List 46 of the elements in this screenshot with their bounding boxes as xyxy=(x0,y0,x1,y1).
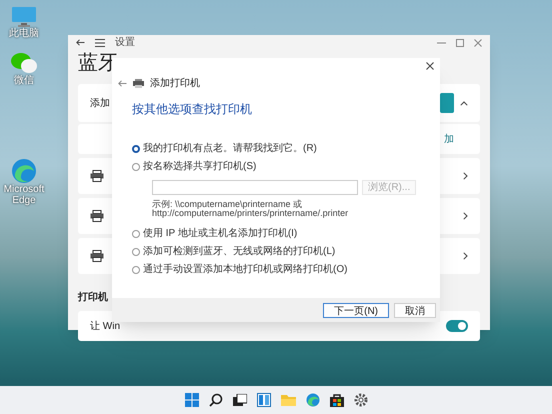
task-view-icon[interactable] xyxy=(232,394,246,406)
example-text: http://computername/printers/printername/.printer xyxy=(152,209,350,218)
back-arrow-icon[interactable] xyxy=(76,39,85,46)
swirl-logo-icon[interactable] xyxy=(306,393,320,407)
add-link[interactable]: 加 xyxy=(444,132,454,146)
option-label[interactable]: 添加可检测到蓝牙、无线或网络的打印机(L) xyxy=(143,244,336,259)
minimize-icon[interactable] xyxy=(437,42,446,44)
gear-icon[interactable] xyxy=(354,393,368,407)
option-label[interactable]: 按名称选择共享打印机(S) xyxy=(143,159,256,174)
section-heading: 打印机 xyxy=(78,290,109,305)
chevron-icon[interactable] xyxy=(460,100,468,106)
example-text: 示例: \\computername\printername 或 xyxy=(152,200,304,209)
monitor-icon xyxy=(11,6,37,28)
widgets-icon[interactable] xyxy=(256,393,270,407)
radio-button[interactable] xyxy=(132,144,140,152)
chat-bubbles-icon xyxy=(10,51,38,75)
printer-name-field[interactable] xyxy=(152,180,358,195)
option-label[interactable]: 通过手动设置添加本地打印机或网络打印机(O) xyxy=(143,262,348,277)
printer-icon xyxy=(90,170,104,182)
dialog-heading: 按其他选项查找打印机 xyxy=(132,101,253,118)
shopping-bag-icon[interactable] xyxy=(330,393,344,407)
radio-button[interactable] xyxy=(132,230,140,238)
option-label[interactable]: 我的打印机有点老。请帮我找到它。(R) xyxy=(143,141,317,156)
dialog-title: 添加打印机 xyxy=(150,76,200,90)
toggle-switch[interactable] xyxy=(446,320,468,332)
printer-icon xyxy=(133,78,144,88)
printer-icon xyxy=(90,250,104,262)
start-icon[interactable] xyxy=(184,393,198,407)
chevron-right-icon xyxy=(463,252,468,260)
chevron-right-icon xyxy=(463,172,468,180)
radio-button[interactable] xyxy=(132,248,140,256)
radio-button[interactable] xyxy=(132,162,140,170)
dialog-button[interactable]: 下一页(N) xyxy=(323,302,389,318)
radio-button[interactable] xyxy=(132,266,140,274)
maximize-icon[interactable] xyxy=(456,38,464,46)
search-icon[interactable] xyxy=(208,393,222,407)
window-title: 设置 xyxy=(115,36,135,50)
menu-icon[interactable] xyxy=(95,38,105,46)
close-icon[interactable] xyxy=(426,62,434,70)
setting-label: 让 Win xyxy=(90,320,120,334)
printer-icon xyxy=(90,210,104,222)
chevron-right-icon xyxy=(463,212,468,220)
option-label[interactable]: 使用 IP 地址或主机名添加打印机(I) xyxy=(143,226,298,241)
swirl-logo-icon xyxy=(11,158,37,184)
card-label: 添加 xyxy=(90,96,110,110)
dialog-button[interactable]: 取消 xyxy=(394,302,436,318)
